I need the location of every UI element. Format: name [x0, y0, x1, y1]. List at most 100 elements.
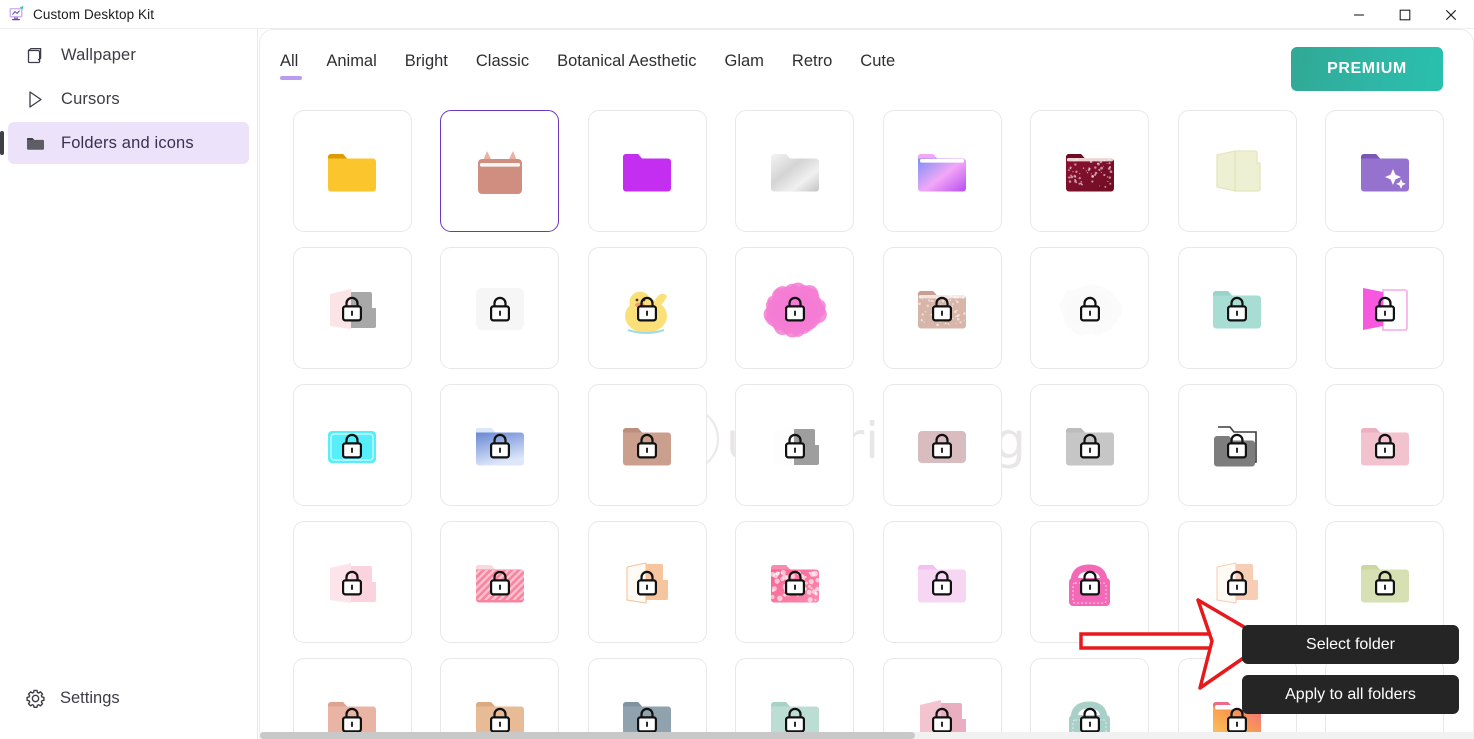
premium-label: PREMIUM: [1327, 60, 1407, 78]
folder-cell-pink-fluffy-folder[interactable]: [735, 247, 854, 369]
lock-icon: [781, 431, 808, 462]
pale-pink-star-folder-glyph: [320, 552, 384, 612]
tab-label: Animal: [326, 52, 376, 70]
horizontal-scrollbar[interactable]: [259, 732, 1474, 739]
sidebar-item-settings[interactable]: Settings: [0, 678, 258, 718]
folder-cell-white-fur-folder[interactable]: [1030, 247, 1149, 369]
folder-cell-white-marble-folder[interactable]: [735, 110, 854, 232]
folder-cell-pale-pink-star-folder[interactable]: [293, 521, 412, 643]
tab-classic[interactable]: Classic: [476, 52, 529, 83]
folder-cell-cyan-folder[interactable]: [293, 384, 412, 506]
white-soft-folder-glyph: [468, 278, 532, 338]
folder-cell-white-soft-folder[interactable]: [440, 247, 559, 369]
folder-cell-lilac-pink-folder[interactable]: [883, 521, 1002, 643]
lock-icon: [634, 568, 661, 599]
desktop-monitor-icon: [8, 5, 26, 23]
context-menu: Select folder Apply to all folders: [1242, 625, 1459, 714]
folder-cell-blue-fade-folder[interactable]: [440, 384, 559, 506]
settings-label: Settings: [60, 689, 120, 708]
sidebar-item-folders-and-icons[interactable]: Folders and icons: [8, 122, 249, 164]
pink-glitter-folder-glyph: [763, 552, 827, 612]
tab-animal[interactable]: Animal: [326, 52, 376, 83]
folder-cell-cat-ears-folder[interactable]: [440, 110, 559, 232]
magenta-outline-folder-glyph: [1353, 278, 1417, 338]
folder-cell-tan-light-folder[interactable]: [440, 658, 559, 732]
tab-label: Classic: [476, 52, 529, 70]
tab-glam[interactable]: Glam: [725, 52, 764, 83]
folder-cell-light-grey-folder[interactable]: [1030, 384, 1149, 506]
soft-pink-folder-glyph: [1353, 415, 1417, 475]
tab-all[interactable]: All: [280, 52, 298, 83]
wallpaper-icon: [24, 44, 46, 66]
folder-cell-rose-open-folder[interactable]: [883, 658, 1002, 732]
premium-button[interactable]: PREMIUM: [1291, 47, 1443, 91]
sidebar-item-cursors[interactable]: Cursors: [8, 78, 249, 120]
tab-retro[interactable]: Retro: [792, 52, 832, 83]
beige-pattern-folder-glyph: [910, 278, 974, 338]
folder-cell-blue-purple-gradient-folder[interactable]: [883, 110, 1002, 232]
window-title: Custom Desktop Kit: [33, 7, 154, 22]
dark-grey-outline-folder-glyph: [1205, 415, 1269, 475]
blue-fade-folder-glyph: [468, 415, 532, 475]
classic-yellow-folder-glyph: [320, 141, 384, 201]
purple-sparkle-folder-glyph: [1353, 141, 1417, 201]
select-folder-button[interactable]: Select folder: [1242, 625, 1459, 664]
folder-cell-magenta-outline-folder[interactable]: [1325, 247, 1444, 369]
peach-page-folder-glyph: [1205, 552, 1269, 612]
folder-cell-salmon-folder[interactable]: [293, 658, 412, 732]
folder-cell-pink-grey-open-folder[interactable]: [293, 247, 412, 369]
folder-cell-cream-open-folder[interactable]: [1178, 110, 1297, 232]
folder-cell-dark-red-glitter-folder[interactable]: [1030, 110, 1149, 232]
peach-open-folder-glyph: [615, 552, 679, 612]
app-window: Custom Desktop Kit Wallpaper: [0, 0, 1474, 739]
tan-folder-glyph: [615, 415, 679, 475]
lock-icon: [634, 294, 661, 325]
minimize-button[interactable]: [1336, 0, 1382, 29]
folder-cell-beige-pattern-folder[interactable]: [883, 247, 1002, 369]
lock-icon: [1224, 568, 1251, 599]
lock-icon: [339, 431, 366, 462]
lock-icon: [1076, 568, 1103, 599]
lilac-pink-folder-glyph: [910, 552, 974, 612]
folder-cell-mint-bag-folder[interactable]: [1030, 658, 1149, 732]
close-button[interactable]: [1428, 0, 1474, 29]
folder-cell-dark-grey-outline-folder[interactable]: [1178, 384, 1297, 506]
folder-cell-classic-yellow-folder[interactable]: [293, 110, 412, 232]
lock-icon: [634, 431, 661, 462]
folder-cell-pink-glitter-folder[interactable]: [735, 521, 854, 643]
lock-icon: [486, 431, 513, 462]
tab-bright[interactable]: Bright: [405, 52, 448, 83]
folder-cell-mint-folder[interactable]: [1178, 247, 1297, 369]
tab-cute[interactable]: Cute: [860, 52, 895, 83]
category-tabs: All Animal Bright Classic Botanical Aest…: [280, 52, 895, 83]
folder-cell-magenta-folder[interactable]: [588, 110, 707, 232]
lock-icon: [929, 431, 956, 462]
tab-botanical-aesthetic[interactable]: Botanical Aesthetic: [557, 52, 696, 83]
folder-cell-peach-open-folder[interactable]: [588, 521, 707, 643]
folder-cell-dusty-rose-folder[interactable]: [883, 384, 1002, 506]
apply-to-all-folders-button[interactable]: Apply to all folders: [1242, 675, 1459, 714]
tab-label: Retro: [792, 52, 832, 70]
folder-cell-slate-blue-folder[interactable]: [588, 658, 707, 732]
folder-cell-pale-mint-folder[interactable]: [735, 658, 854, 732]
folder-cell-pink-bag-folder[interactable]: [1030, 521, 1149, 643]
maximize-button[interactable]: [1382, 0, 1428, 29]
folder-cell-soft-pink-folder[interactable]: [1325, 384, 1444, 506]
folder-cell-tan-folder[interactable]: [588, 384, 707, 506]
lock-icon: [1371, 431, 1398, 462]
pink-bag-folder-glyph: [1058, 552, 1122, 612]
folder-cell-pink-stripe-folder[interactable]: [440, 521, 559, 643]
folder-cell-yellow-duck-folder[interactable]: [588, 247, 707, 369]
gear-icon: [24, 687, 46, 709]
folder-cell-grey-open-folder[interactable]: [735, 384, 854, 506]
scrollbar-thumb[interactable]: [260, 732, 915, 739]
yellow-duck-folder-glyph: [615, 278, 679, 338]
folder-icon: [24, 132, 46, 154]
pink-grey-open-folder-glyph: [320, 278, 384, 338]
tan-light-folder-glyph: [468, 689, 532, 732]
folder-cell-purple-sparkle-folder[interactable]: [1325, 110, 1444, 232]
sidebar-item-wallpaper[interactable]: Wallpaper: [8, 34, 249, 76]
cream-open-folder-glyph: [1205, 141, 1269, 201]
tab-label: Botanical Aesthetic: [557, 52, 696, 70]
lock-icon: [1224, 294, 1251, 325]
